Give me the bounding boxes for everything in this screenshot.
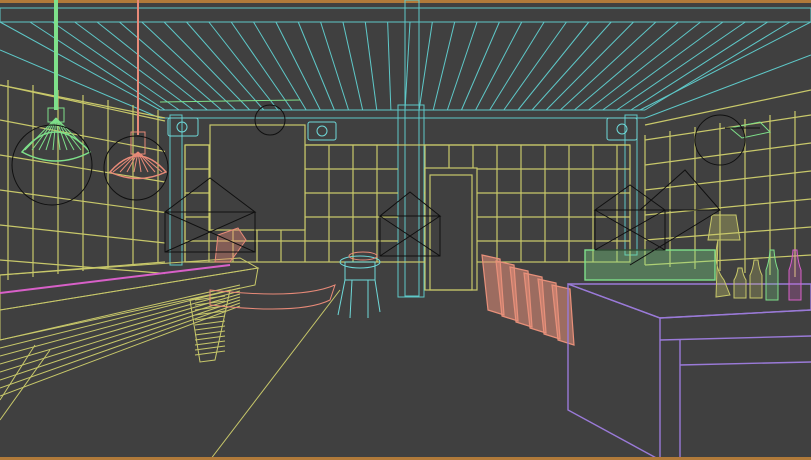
chairs-row <box>214 227 575 346</box>
bottles <box>707 214 802 301</box>
3d-viewport[interactable] <box>0 0 811 460</box>
pendant-lamps <box>20 0 168 180</box>
wireframe-scene[interactable] <box>0 0 811 460</box>
pool-table <box>0 257 341 460</box>
